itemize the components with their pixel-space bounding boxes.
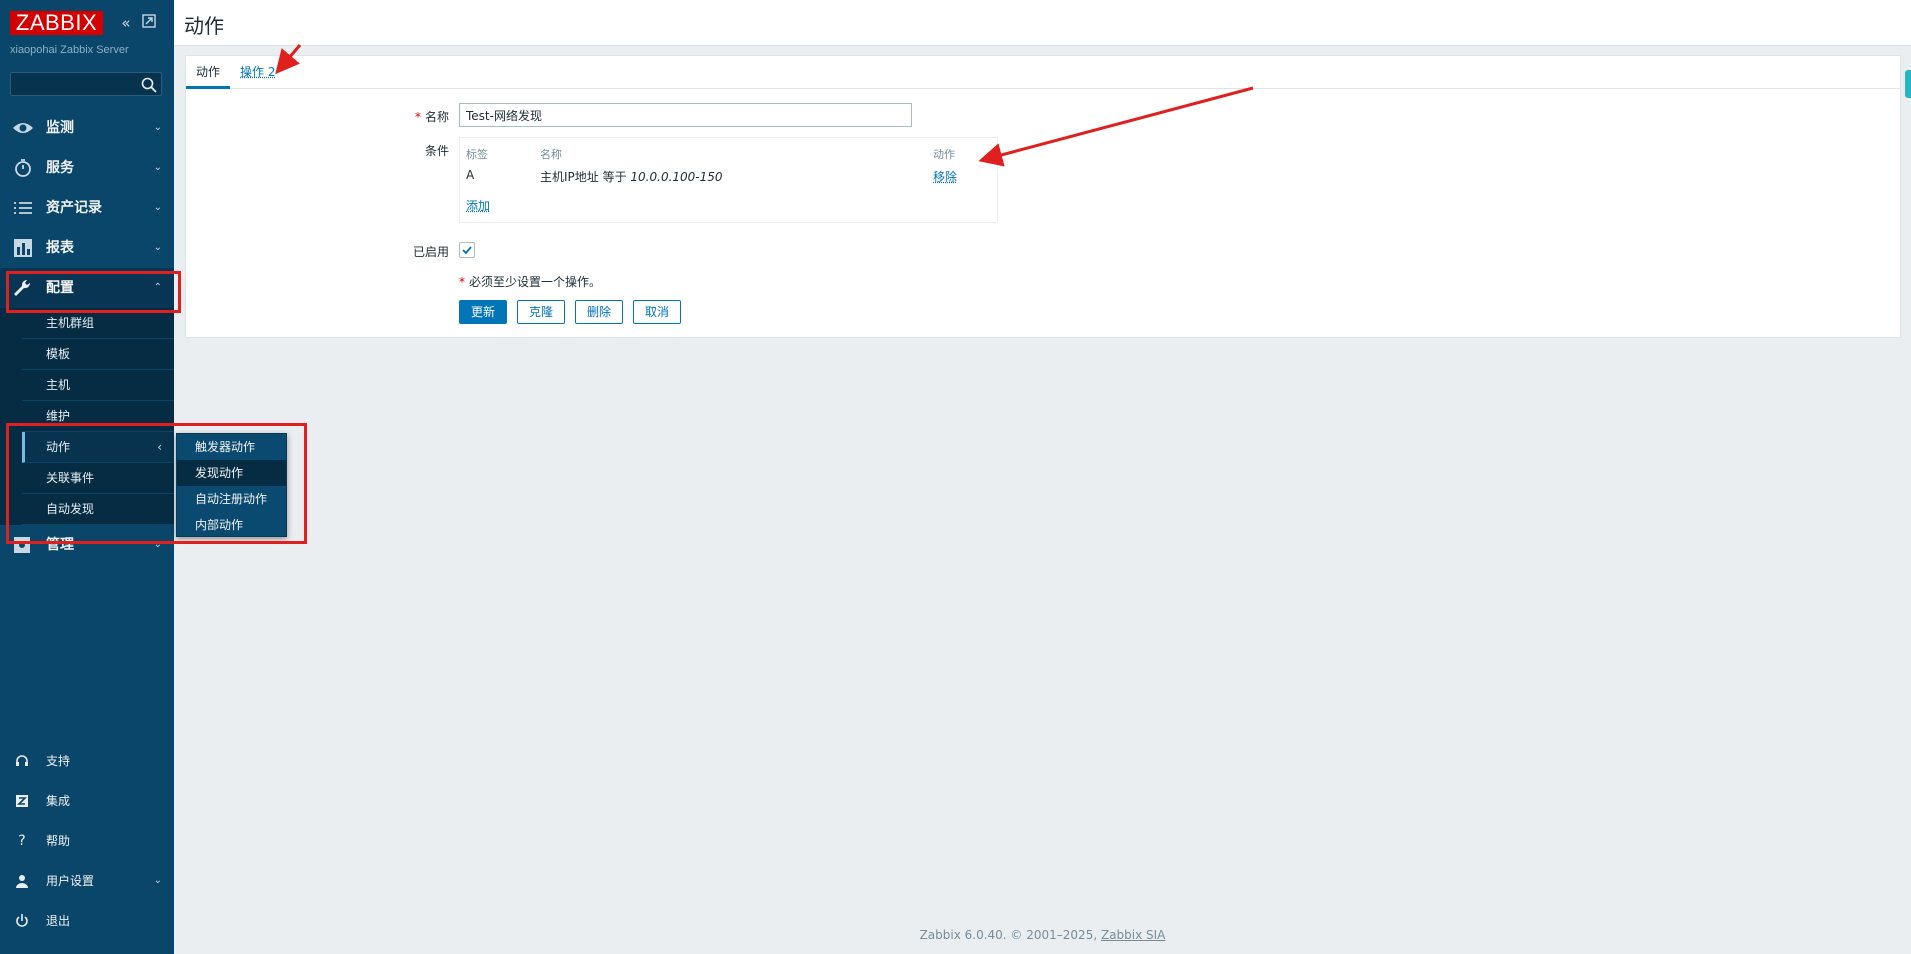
column-header-tag: 标签 <box>466 148 488 161</box>
bar-chart-icon <box>14 239 32 257</box>
nav-label: 退出 <box>46 914 71 928</box>
power-icon <box>16 914 28 927</box>
nav-label: 用户设置 <box>46 874 95 888</box>
name-label: * 名称 <box>414 110 449 124</box>
stopwatch-icon <box>15 159 31 177</box>
search-icon[interactable] <box>140 76 158 94</box>
zabbix-sia-link[interactable]: Zabbix SIA <box>1101 928 1165 942</box>
flyout-internal-actions[interactable]: 内部动作 <box>177 512 286 538</box>
nav-support[interactable]: 支持 <box>0 741 174 781</box>
zabbix-logo[interactable]: ZABBIX <box>10 11 103 35</box>
nav-label: 支持 <box>46 754 71 768</box>
enabled-label: 已启用 <box>412 245 449 259</box>
action-form-panel: 动作 操作 2 <box>185 55 1901 338</box>
update-button[interactable]: 更新 <box>459 300 507 324</box>
column-header-action: 动作 <box>933 148 955 161</box>
nav-user-settings[interactable]: 用户设置 ⌄ <box>0 861 174 901</box>
chevron-down-icon: ⌄ <box>153 242 162 253</box>
operations-required-note: * 必须至少设置一个操作。 <box>459 275 602 289</box>
chevron-left-icon: ‹ <box>157 440 162 454</box>
server-name: xiaopohai Zabbix Server <box>10 44 129 56</box>
scroll-indicator[interactable] <box>1905 70 1911 98</box>
delete-button[interactable]: 删除 <box>575 300 623 324</box>
flyout-discovery-actions[interactable]: 发现动作 <box>177 460 286 486</box>
nav-help[interactable]: ? 帮助 <box>0 821 174 861</box>
condition-value: 10.0.0.100-150 <box>630 170 723 184</box>
search-input[interactable] <box>11 73 139 95</box>
chevron-down-icon: ⌄ <box>153 122 162 133</box>
integration-icon <box>16 795 28 807</box>
sidebar: ZABBIX « xiaopohai Zabbix Server 监测 ⌄ 服务… <box>0 0 174 954</box>
nav-label: 管理 <box>46 537 74 553</box>
nav-reports[interactable]: 报表 ⌄ <box>0 228 174 268</box>
chevron-down-icon: ⌄ <box>153 202 162 213</box>
main-nav: 监测 ⌄ 服务 ⌄ 资产记录 ⌄ 报表 ⌄ 配置 ⌃ 主机群组 模板 主机 维护 <box>0 108 174 565</box>
user-icon <box>16 875 28 888</box>
search-box <box>10 72 162 96</box>
cancel-button[interactable]: 取消 <box>633 300 681 324</box>
eye-icon <box>13 123 33 133</box>
nav-label: 帮助 <box>46 834 71 848</box>
chevron-up-icon: ⌃ <box>153 282 162 293</box>
nav-label: 服务 <box>46 160 74 176</box>
clone-button[interactable]: 克隆 <box>517 300 565 324</box>
nav-monitoring[interactable]: 监测 ⌄ <box>0 108 174 148</box>
nav-sign-out[interactable]: 退出 <box>0 901 174 941</box>
nav-label: 监测 <box>46 120 74 136</box>
tab-bar: 动作 操作 2 <box>186 56 1900 89</box>
check-icon <box>462 246 472 255</box>
collapse-sidebar-icon[interactable]: « <box>117 13 135 33</box>
actions-flyout-menu: 触发器动作 发现动作 自动注册动作 内部动作 <box>176 433 287 537</box>
remove-condition-link[interactable]: 移除 <box>933 168 957 185</box>
nav-services[interactable]: 服务 ⌄ <box>0 148 174 188</box>
submenu-host-groups[interactable]: 主机群组 <box>22 308 174 339</box>
flyout-trigger-actions[interactable]: 触发器动作 <box>177 434 286 460</box>
nav-administration[interactable]: 管理 ⌄ <box>0 525 174 565</box>
chevron-down-icon: ⌄ <box>153 539 162 550</box>
kiosk-mode-icon[interactable] <box>140 13 158 33</box>
nav-configuration[interactable]: 配置 ⌃ <box>0 268 174 308</box>
help-icon: ? <box>18 833 26 849</box>
column-header-name: 名称 <box>540 148 562 161</box>
page-header: 动作 <box>174 0 1911 46</box>
flyout-autoregistration-actions[interactable]: 自动注册动作 <box>177 486 286 512</box>
conditions-label: 条件 <box>424 144 449 158</box>
wrench-icon <box>14 279 31 296</box>
condition-tag: A <box>466 168 475 182</box>
nav-label: 报表 <box>46 240 74 256</box>
headset-icon <box>16 755 28 766</box>
nav-label: 资产记录 <box>46 200 102 216</box>
submenu-event-correlation[interactable]: 关联事件 <box>22 463 174 494</box>
admin-gear-icon <box>14 537 30 553</box>
tab-action[interactable]: 动作 <box>186 56 231 89</box>
name-input[interactable] <box>459 103 912 127</box>
add-condition-link[interactable]: 添加 <box>466 197 490 214</box>
nav-inventory[interactable]: 资产记录 ⌄ <box>0 188 174 228</box>
submenu-maintenance[interactable]: 维护 <box>22 401 174 432</box>
conditions-table: 标签 名称 动作 A 主机IP地址 等于 10.0.0.100-150 移除 添… <box>459 137 998 223</box>
condition-name: 主机IP地址 等于 10.0.0.100-150 <box>540 170 723 184</box>
submenu-hosts[interactable]: 主机 <box>22 370 174 401</box>
chevron-down-icon: ⌄ <box>153 875 162 886</box>
bottom-nav: 支持 集成 ? 帮助 用户设置 ⌄ 退出 <box>0 741 174 941</box>
page-title: 动作 <box>184 14 224 38</box>
logo-row: ZABBIX « <box>10 11 165 35</box>
submenu-templates[interactable]: 模板 <box>22 339 174 370</box>
nav-integrations[interactable]: 集成 <box>0 781 174 821</box>
tab-operations[interactable]: 操作 2 <box>230 56 285 89</box>
nav-label: 集成 <box>46 794 71 808</box>
config-submenu: 主机群组 模板 主机 维护 动作 ‹ 关联事件 自动发现 <box>0 308 174 525</box>
submenu-discovery[interactable]: 自动发现 <box>22 494 174 525</box>
submenu-label: 动作 <box>46 440 71 454</box>
submenu-actions[interactable]: 动作 ‹ <box>22 432 174 463</box>
enabled-checkbox[interactable] <box>459 242 475 258</box>
footer: Zabbix 6.0.40. © 2001–2025, Zabbix SIA <box>919 928 1166 942</box>
nav-label: 配置 <box>46 280 74 296</box>
chevron-down-icon: ⌄ <box>153 162 162 173</box>
list-icon <box>14 202 32 214</box>
